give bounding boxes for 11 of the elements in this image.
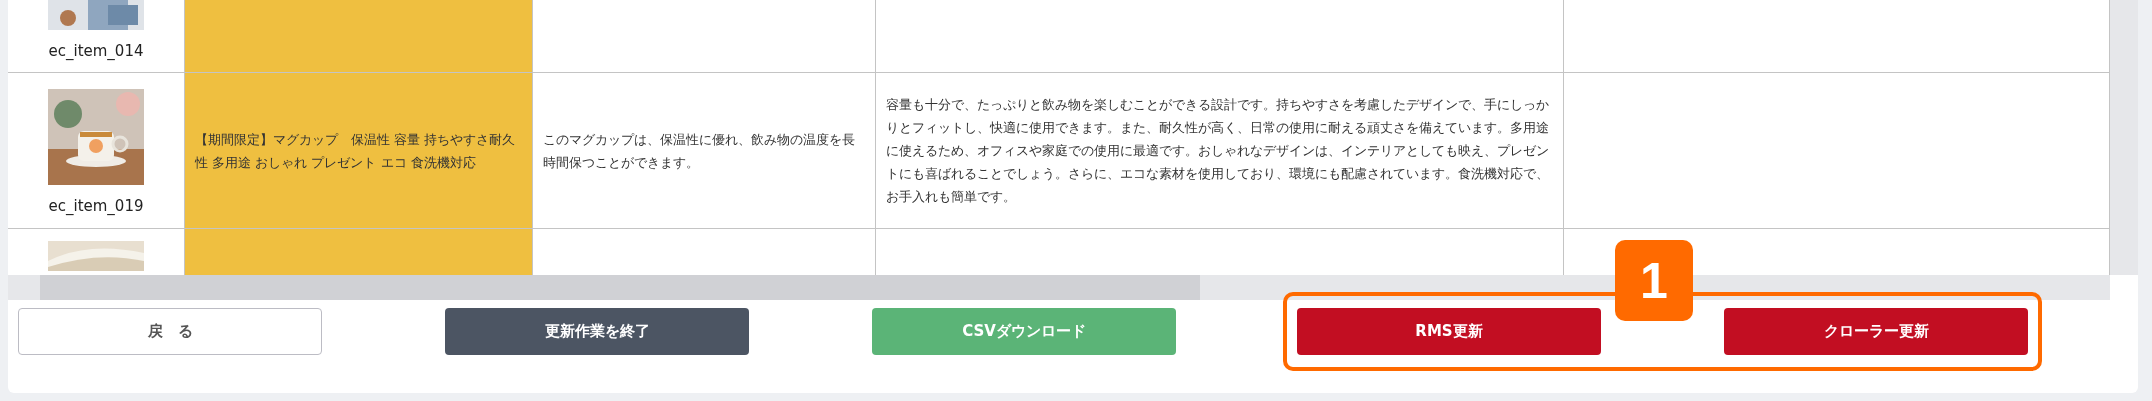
item-code: ec_item_014 [48, 42, 144, 60]
product-description: 容量も十分で、たっぷりと飲み物を楽しむことができる設計です。持ちやすさを考慮したデザインで、手にしっかりとフィットし、快適に使用できます。また、耐久性が高く、日常の使用に耐える頑丈さを備えています。多用途に使えるため、オフィスや家庭での使用に最適です。おしゃれなデザインは、インテリアとしても映え、プレゼントにも喜ばれることでしょう。さらに、エコな素材を使用しており、環境にも配慮されています。食洗機対応で、お手入れも簡単です。 [886, 96, 1550, 206]
vertical-scrollbar[interactable] [2110, 0, 2138, 275]
update-button[interactable]: クローラー更新 [1724, 308, 2028, 355]
item-code: ec_item_019 [48, 196, 144, 215]
action-button[interactable]: 更新作業を終了 [445, 308, 749, 355]
product-summary: このマグカップは、保温性に優れ、飲み物の温度を長時間保つことができます。 [543, 130, 856, 172]
update-button[interactable]: RMS更新 [1297, 308, 1601, 355]
step-badge: 1 [1615, 240, 1693, 321]
action-button[interactable]: 戻 る [18, 308, 322, 355]
product-title: 【期間限定】マグカップ 保温性 容量 持ちやすさ耐久性 多用途 おしゃれ プレゼント エコ 食洗機対応 [195, 130, 517, 172]
